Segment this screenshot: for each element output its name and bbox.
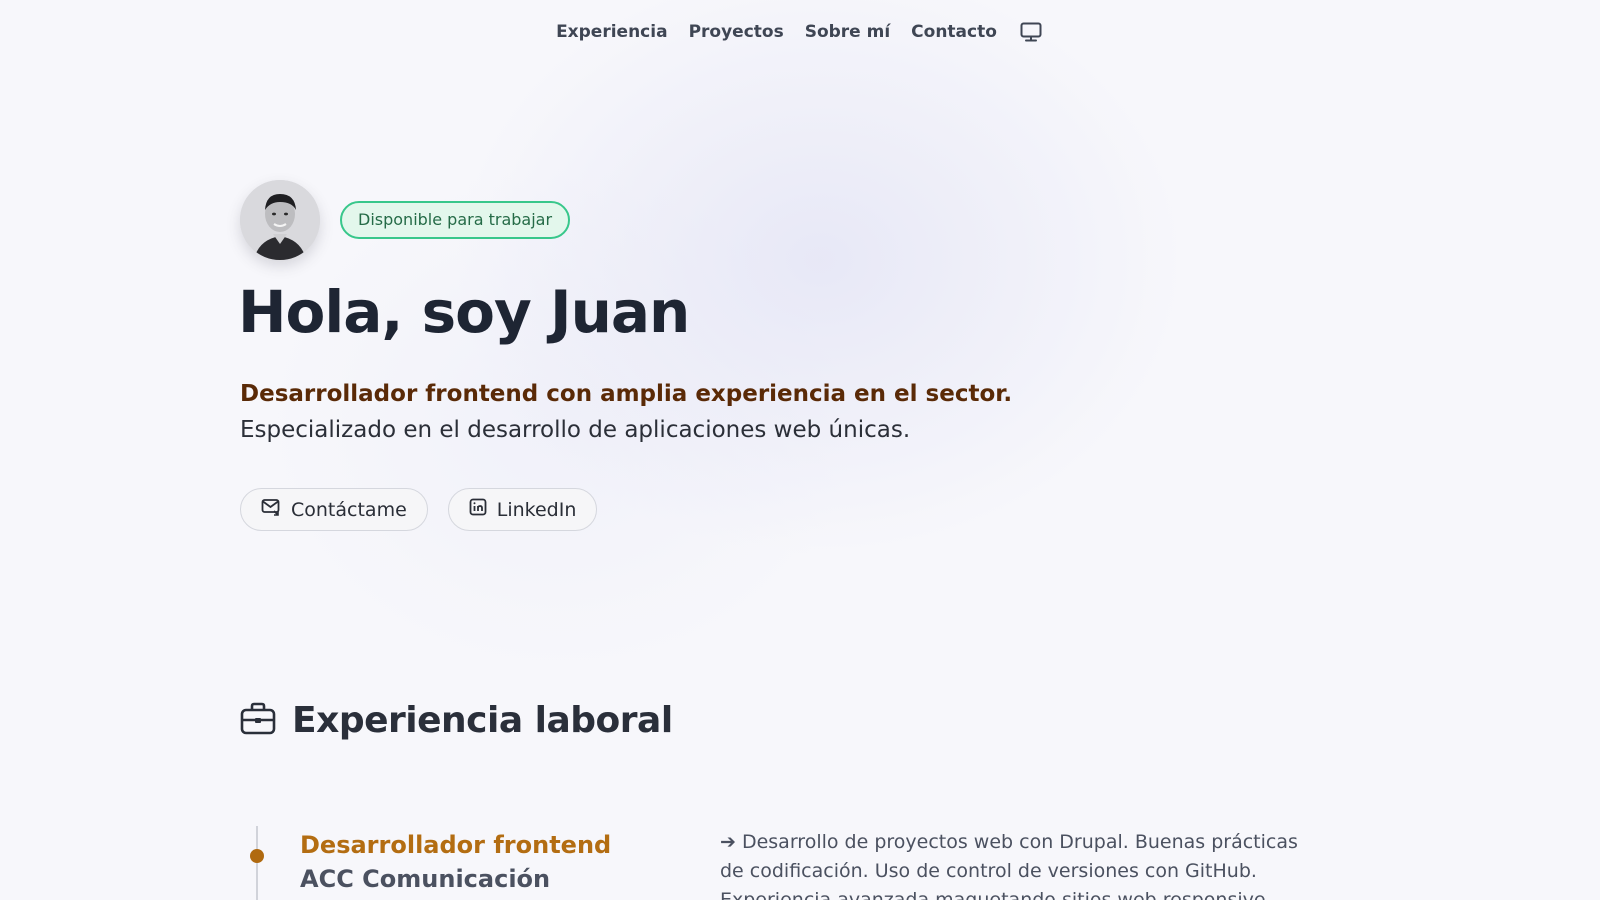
timeline-dot [250,849,264,863]
experience-title: Experiencia laboral [292,700,673,741]
experience-header: Experiencia laboral [240,700,673,741]
hero-top: Disponible para trabajar [240,180,1140,260]
job-item: Desarrollador frontend ACC Comunicación [300,828,611,896]
page-title: Hola, soy Juan [238,278,690,346]
hero-lead-sub: Especializado en el desarrollo de aplica… [240,417,911,443]
monitor-icon[interactable] [1018,19,1044,45]
job-description: ➔ Desarrollo de proyectos web con Drupal… [720,831,1298,900]
linkedin-icon [469,498,487,521]
nav-link-contacto[interactable]: Contacto [911,16,997,48]
job-role: Desarrollador frontend [300,831,612,859]
top-nav: Experiencia Proyectos Sobre mí Contacto [0,16,1600,48]
hero-lead: Desarrollador frontend con amplia experi… [240,376,1140,448]
contact-button-label: Contáctame [291,498,407,521]
hero-section: Disponible para trabajar Hola, soy Juan … [238,180,1140,531]
mail-icon [261,498,281,521]
hero-lead-strong: Desarrollador frontend con amplia experi… [240,381,1013,407]
briefcase-icon [240,702,276,740]
contact-button[interactable]: Contáctame [240,488,428,531]
nav-link-sobre-mi[interactable]: Sobre mí [805,16,890,48]
hero-actions: Contáctame LinkedIn [240,488,1140,531]
linkedin-button[interactable]: LinkedIn [447,488,598,531]
job-company: ACC Comunicación [300,865,551,893]
nav-link-experiencia[interactable]: Experiencia [556,16,668,48]
timeline-line [256,826,258,900]
linkedin-button-label: LinkedIn [496,498,577,521]
status-badge: Disponible para trabajar [340,201,571,239]
nav-link-proyectos[interactable]: Proyectos [689,16,784,48]
profile-photo [240,180,320,260]
avatar [240,180,320,260]
